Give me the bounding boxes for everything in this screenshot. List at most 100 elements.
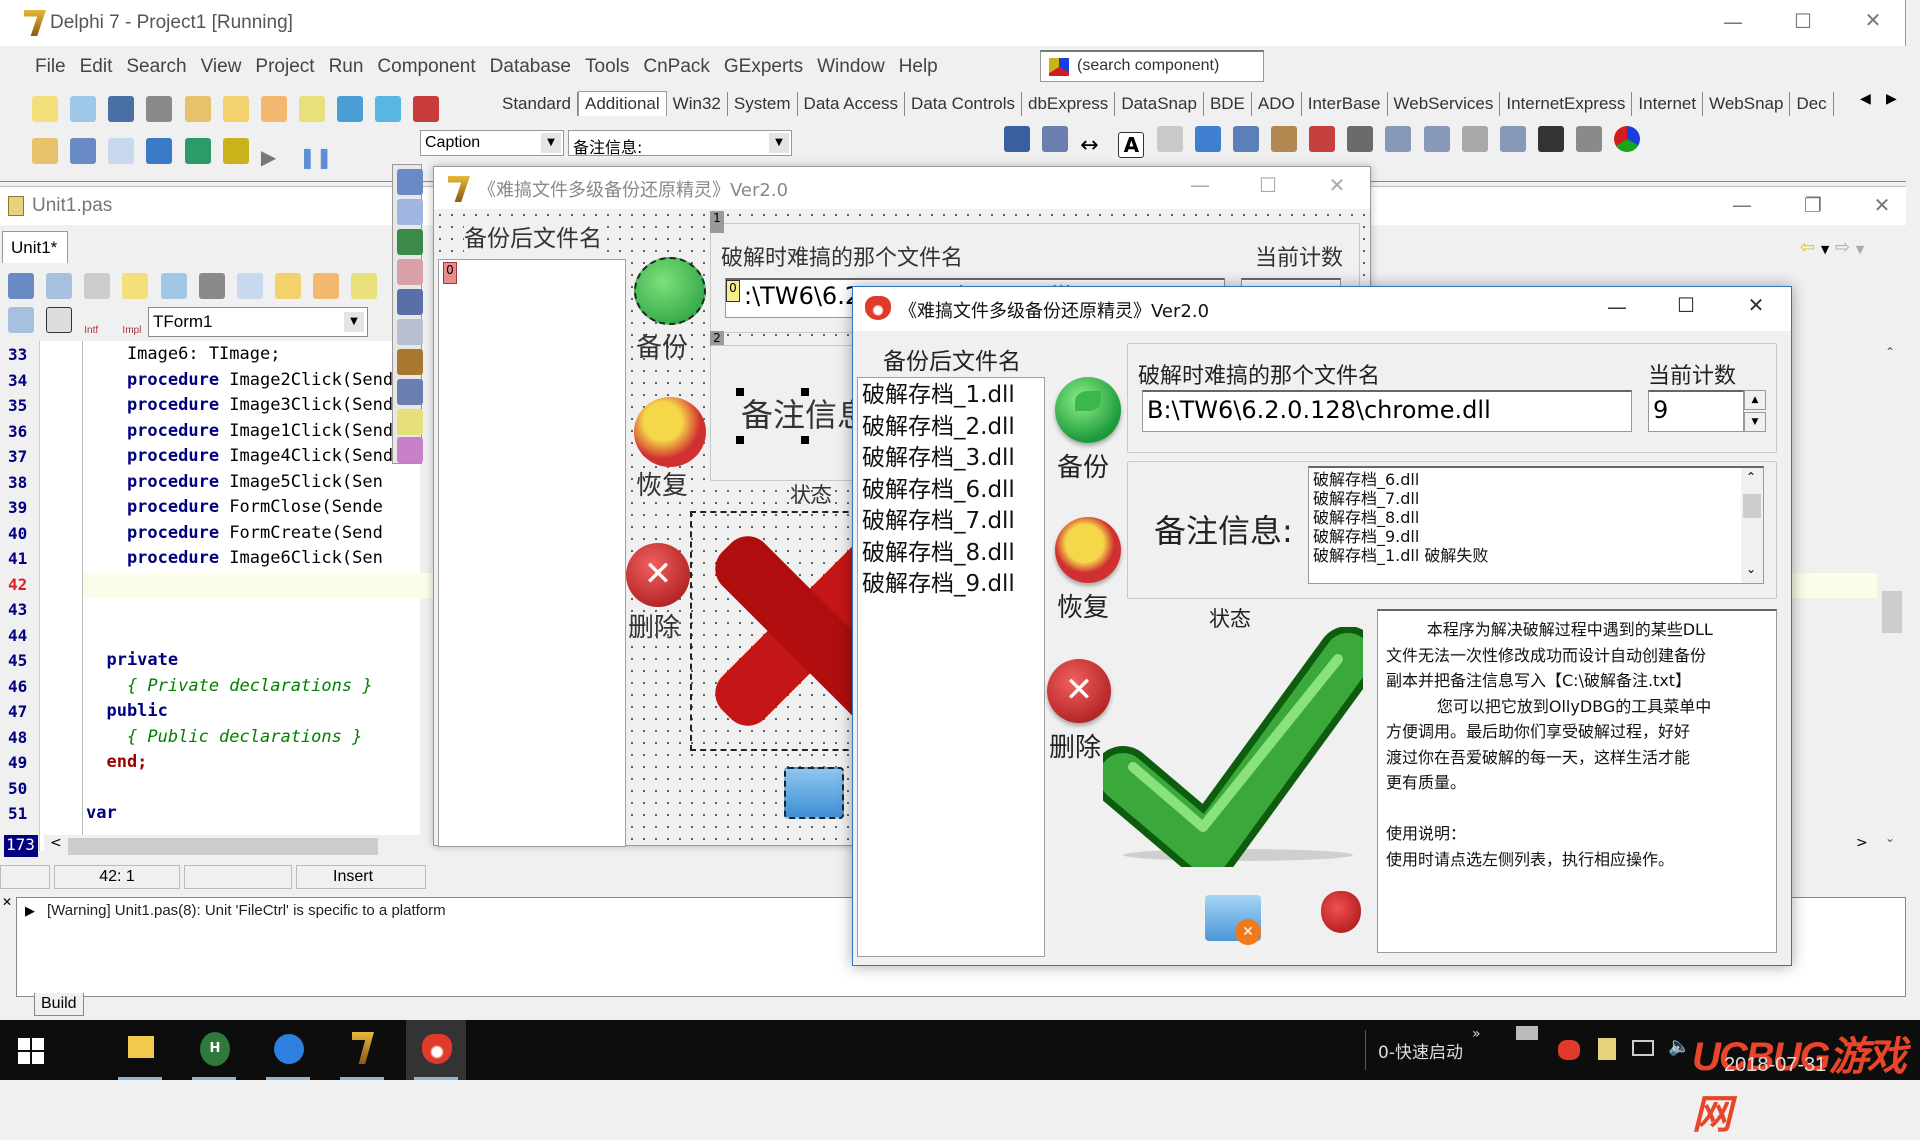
file-path-input[interactable]: B:\TW6\6.2.0.128\chrome.dll [1142, 390, 1632, 432]
editor-close-button[interactable]: ✕ [1862, 193, 1902, 217]
taskbar-browser[interactable] [258, 1020, 318, 1080]
code-line[interactable]: procedure Image6Click(Sen [86, 548, 383, 568]
save-icon[interactable] [198, 273, 225, 299]
palette-tab-webservices[interactable]: WebServices [1388, 92, 1501, 116]
quick-launch-label[interactable]: 0-快速启动 [1378, 1038, 1463, 1063]
select-icon[interactable] [236, 273, 263, 299]
component-icon[interactable] [1461, 126, 1488, 152]
maximize-button[interactable]: ☐ [1248, 173, 1288, 197]
design-restore-icon[interactable] [634, 397, 706, 467]
tool-icon[interactable] [397, 437, 423, 463]
design-folder-icon[interactable] [784, 767, 844, 819]
taskbar-backup-app[interactable] [406, 1020, 466, 1080]
save-icon[interactable] [108, 96, 135, 122]
scroll-thumb[interactable] [68, 838, 378, 855]
code-line[interactable]: { Private declarations } [86, 676, 373, 696]
property-selector[interactable]: Caption ▼ [420, 130, 564, 156]
backup-button[interactable] [1055, 377, 1121, 443]
code-editor[interactable]: 33 Image6: TImage; 34 procedure Image2Cli… [0, 341, 1883, 851]
counter-input[interactable]: 9 [1648, 390, 1744, 432]
search-component-input[interactable]: (search component) [1040, 50, 1264, 82]
new-icon[interactable] [122, 273, 149, 299]
palette-tab-bde[interactable]: BDE [1204, 92, 1252, 116]
lock-icon[interactable] [397, 289, 423, 315]
component-icon[interactable] [1004, 126, 1030, 152]
form-icon[interactable] [46, 307, 73, 333]
vertical-scrollbar[interactable]: ⌃ ⌄ [1877, 341, 1906, 851]
pause-icon[interactable]: ❚❚ [299, 144, 333, 170]
class-selector[interactable]: TForm1 ▼ [148, 307, 368, 337]
dialog-minimize-button[interactable]: — [1597, 295, 1637, 319]
palette-tab-internet[interactable]: Internet [1632, 92, 1704, 116]
spin-up-icon[interactable]: ▲ [1744, 390, 1766, 410]
palette-tab-websnap[interactable]: WebSnap [1703, 92, 1791, 116]
chevron-down-icon[interactable]: ▼ [1821, 243, 1829, 256]
tab-unit1[interactable]: Unit1* [2, 231, 68, 263]
code-line[interactable]: private [86, 650, 178, 670]
component-icon[interactable] [1042, 126, 1069, 152]
chevron-down-icon[interactable]: ▼ [344, 312, 364, 332]
save-all-icon[interactable] [146, 96, 173, 122]
code-line[interactable]: procedure FormClose(Sende [86, 497, 383, 517]
toggle-icon[interactable] [108, 138, 135, 164]
class-browser-icon[interactable] [8, 307, 34, 333]
restore-button[interactable] [1055, 517, 1121, 583]
info-text-area[interactable]: 本程序为解决破解过程中遇到的某些DLL 文件无法一次性修改成功而设计自动创建备份副… [1377, 609, 1777, 953]
menu-search[interactable]: Search [119, 46, 193, 88]
warning-message[interactable]: [Warning] Unit1.pas(8): Unit 'FileCtrl' … [47, 902, 446, 919]
view-icon[interactable] [46, 273, 73, 299]
expand-arrow-icon[interactable]: ▶ [25, 904, 35, 919]
code-line[interactable]: procedure FormCreate(Send [86, 523, 383, 543]
back-arrow-icon[interactable]: ⇦ [1800, 237, 1815, 258]
palette-tab-internetexpress[interactable]: InternetExpress [1500, 92, 1633, 116]
scroll-down-icon[interactable]: ⌄ [1885, 831, 1895, 845]
menu-view[interactable]: View [194, 46, 249, 88]
maximize-button[interactable]: ☐ [1783, 9, 1823, 33]
tool-icon[interactable] [397, 409, 423, 435]
spin-down-icon[interactable]: ▼ [1744, 412, 1766, 432]
help-icon[interactable] [337, 96, 364, 122]
design-delete-icon[interactable]: ✕ [626, 543, 690, 607]
forward-arrow-icon[interactable]: ⇨ [1835, 237, 1850, 258]
component-icon[interactable] [1423, 126, 1450, 152]
component-icon[interactable] [1156, 126, 1183, 152]
palette-tab-system[interactable]: System [728, 92, 798, 116]
checklist-icon[interactable] [298, 96, 325, 122]
dialog-maximize-button[interactable]: ☐ [1666, 293, 1706, 317]
palette-tab-standard[interactable]: Standard [496, 92, 578, 116]
close-messages-icon[interactable]: ✕ [2, 895, 12, 909]
volume-icon[interactable]: 🔈 [1668, 1036, 1690, 1057]
code-line[interactable]: procedure Image1Click(Sender [86, 421, 414, 441]
component-icon[interactable] [1576, 126, 1603, 152]
code-line[interactable]: { Public declarations } [86, 727, 362, 747]
tool-icon[interactable] [397, 379, 423, 405]
selection-handle[interactable] [801, 388, 809, 396]
tab-build[interactable]: Build [34, 993, 84, 1016]
expand-chevron-icon[interactable]: » [1472, 1026, 1481, 1042]
scroll-thumb[interactable] [1882, 591, 1902, 633]
taskbar-app-h[interactable]: H [184, 1020, 244, 1080]
editor-minimize-button[interactable]: — [1722, 193, 1762, 217]
code-line[interactable]: public [86, 701, 167, 721]
menu-window[interactable]: Window [810, 46, 892, 88]
palette-tab-dec[interactable]: Dec [1790, 92, 1834, 116]
delete-button[interactable]: ✕ [1047, 659, 1111, 723]
view-form-icon[interactable] [70, 138, 97, 164]
file-list-item[interactable]: 破解存档_1.dll [862, 380, 1040, 412]
new-icon[interactable] [32, 96, 58, 122]
notes-tray-icon[interactable] [1598, 1038, 1616, 1060]
code-line[interactable]: var [86, 803, 117, 823]
scroll-thumb[interactable] [1743, 494, 1761, 518]
scroll-right-icon[interactable]: > [1856, 835, 1868, 851]
palette-tab-win32[interactable]: Win32 [667, 92, 728, 116]
tool-icon[interactable] [397, 169, 423, 195]
tool-icon[interactable] [397, 199, 423, 225]
component-icon[interactable] [1270, 126, 1297, 152]
design-backup-icon[interactable] [634, 257, 706, 325]
keyboard-icon[interactable] [1516, 1026, 1538, 1040]
label-component-icon[interactable]: A [1118, 132, 1145, 158]
toggle-form-icon[interactable] [8, 273, 34, 299]
palette-scroll-left[interactable]: ◀ [1860, 91, 1871, 107]
memo-textarea[interactable]: 破解存档_6.dll 破解存档_7.dll 破解存档_8.dll 破解存档_9.dll… [1308, 466, 1764, 584]
file-list-item[interactable]: 破解存档_3.dll [862, 443, 1040, 475]
